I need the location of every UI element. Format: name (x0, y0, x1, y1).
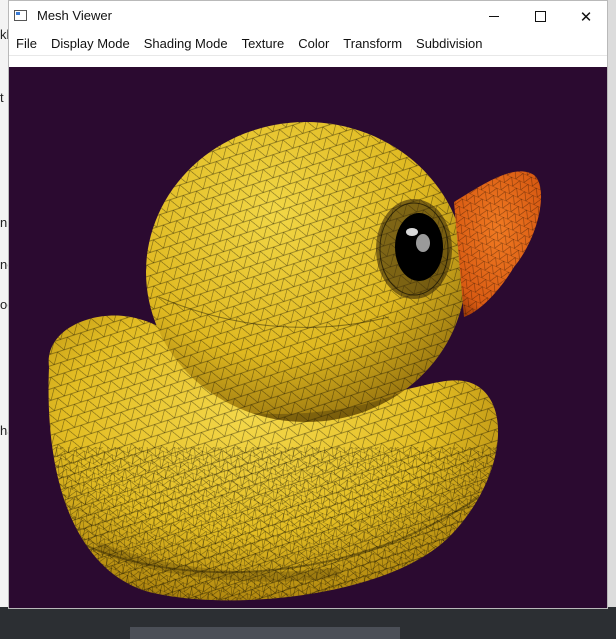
menu-bar: File Display Mode Shading Mode Texture C… (9, 32, 607, 56)
background-text-fragment: n (0, 215, 8, 230)
menu-texture[interactable]: Texture (235, 32, 292, 55)
menu-display-mode[interactable]: Display Mode (44, 32, 137, 55)
window-title: Mesh Viewer (37, 8, 112, 23)
close-button[interactable]: ✕ (563, 1, 607, 32)
duck-mesh-render (48, 122, 542, 601)
background-taskbar (0, 607, 616, 639)
background-app-edge: kl t n ne oc ha (0, 0, 14, 639)
app-icon (14, 10, 27, 21)
close-icon: ✕ (579, 8, 593, 26)
menu-color[interactable]: Color (291, 32, 336, 55)
duck-beak (454, 171, 542, 317)
menu-file[interactable]: File (9, 32, 44, 55)
maximize-button[interactable] (517, 1, 563, 32)
minimize-button[interactable] (471, 1, 517, 32)
mesh-viewer-window: Mesh Viewer ✕ File Display Mode Shading … (8, 0, 608, 609)
duck-eye (376, 199, 452, 299)
minimize-icon (489, 16, 499, 17)
menu-shading-mode[interactable]: Shading Mode (137, 32, 235, 55)
render-viewport[interactable] (9, 67, 607, 608)
maximize-icon (534, 11, 546, 22)
title-bar[interactable]: Mesh Viewer ✕ (9, 1, 607, 32)
menu-subdivision[interactable]: Subdivision (409, 32, 490, 55)
background-text-fragment: t (0, 90, 4, 105)
menu-transform[interactable]: Transform (336, 32, 409, 55)
background-taskbar-strip (130, 627, 400, 639)
